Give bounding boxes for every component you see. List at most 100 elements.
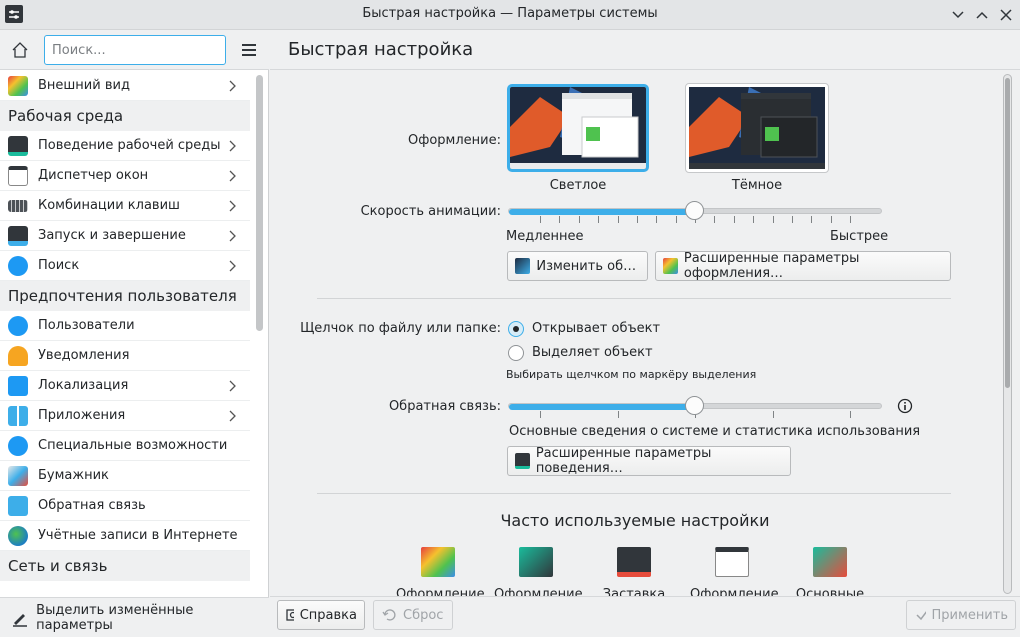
click-select-label[interactable]: Выделяет объект	[532, 345, 653, 360]
theme-light-label: Светлое	[549, 178, 607, 193]
search-input[interactable]	[44, 35, 226, 65]
sidebar-item-appearance[interactable]: Внешний вид	[0, 71, 250, 101]
category-network: Сеть и связь	[0, 551, 250, 581]
animation-fast-label: Быстрее	[830, 229, 889, 244]
frequent-item-appearance-3[interactable]: Оформление	[690, 547, 779, 596]
title-bar: Быстрая настройка — Параметры системы	[0, 0, 1020, 30]
sidebar-item-wallet[interactable]: Бумажник	[0, 461, 250, 491]
sidebar-item-search[interactable]: Поиск	[0, 251, 250, 281]
divider	[317, 493, 951, 494]
slider-tick	[540, 216, 541, 223]
chevron-right-icon	[229, 200, 236, 212]
theme-dark-thumbnail[interactable]	[685, 83, 829, 173]
appearance-icon	[421, 547, 455, 577]
sidebar-item-accessibility[interactable]: Специальные возможности	[0, 431, 250, 461]
window-decoration-icon	[715, 547, 749, 577]
frequent-settings-title: Часто используемые настройки	[500, 511, 770, 530]
home-button[interactable]	[8, 38, 32, 62]
accessibility-icon	[8, 435, 28, 456]
bell-icon	[8, 345, 28, 366]
content-scrollbar-thumb[interactable]	[1005, 78, 1010, 388]
globe-icon	[8, 525, 28, 546]
menu-button[interactable]	[237, 38, 261, 62]
applications-icon	[8, 405, 28, 426]
feedback-handle[interactable]	[685, 396, 704, 415]
chevron-right-icon	[229, 170, 236, 182]
chevron-right-icon	[229, 260, 236, 272]
hamburger-menu-icon	[242, 44, 256, 56]
sidebar-toolbar	[0, 30, 269, 70]
highlight-changed-button[interactable]: Выделить изменённые параметры	[5, 603, 269, 633]
apply-button[interactable]: Применить	[906, 600, 1016, 630]
help-icon	[286, 609, 294, 621]
theme-light-thumbnail[interactable]	[507, 84, 649, 172]
sidebar-item-label: Специальные возможности	[38, 438, 228, 453]
theme-dark-label: Тёмное	[731, 178, 783, 193]
slider-tick	[714, 216, 716, 223]
chevron-right-icon	[229, 80, 236, 92]
sidebar-item-users[interactable]: Пользователи	[0, 311, 250, 341]
frequent-item-general[interactable]: Основные	[788, 547, 872, 596]
sidebar-item-workspace-behavior[interactable]: Поведение рабочей среды	[0, 131, 250, 161]
sidebar-item-localization[interactable]: Локализация	[0, 371, 250, 401]
click-select-radio[interactable]	[508, 345, 524, 361]
page-title: Быстрая настройка	[288, 39, 474, 60]
sidebar-item-label: Пользователи	[38, 318, 135, 333]
reset-label: Сброс	[403, 607, 444, 623]
click-open-radio[interactable]	[508, 321, 524, 337]
users-icon	[8, 315, 28, 336]
main-content: Оформление: Светлое Тёмное Скорость аним…	[270, 71, 1000, 596]
sidebar-item-shortcuts[interactable]: Комбинации клавиш	[0, 191, 250, 221]
frequent-item-label: Заставка	[602, 587, 666, 596]
sidebar-item-label: Поиск	[38, 258, 80, 273]
sidebar-item-label: Поведение рабочей среды	[38, 138, 221, 153]
wallet-icon	[8, 465, 28, 486]
click-open-label[interactable]: Открывает объект	[532, 321, 660, 336]
sidebar-item-notifications[interactable]: Уведомления	[0, 341, 250, 371]
close-button[interactable]	[995, 4, 1017, 26]
frequent-item-label: Оформление	[690, 587, 779, 596]
frequent-item-appearance-1[interactable]: Оформление	[396, 547, 485, 596]
advanced-behavior-label: Расширенные параметры поведения…	[535, 446, 712, 476]
divider	[317, 298, 951, 299]
change-wallpaper-button[interactable]: Изменить обои…	[507, 251, 648, 281]
help-label: Справка	[299, 607, 357, 623]
screen-lock-icon	[617, 547, 651, 577]
feedback-fill	[509, 404, 695, 410]
frequent-item-appearance-2[interactable]: Оформление	[494, 547, 583, 596]
sidebar-item-online-accounts[interactable]: Учётные записи в Интернете	[0, 521, 250, 551]
reset-button[interactable]: Сброс	[373, 600, 453, 630]
slider-tick	[636, 216, 638, 223]
content-scrollbar[interactable]	[1003, 74, 1012, 594]
sidebar-scrollbar[interactable]	[256, 75, 263, 331]
workspace-behavior-icon	[8, 135, 28, 156]
maximize-button[interactable]	[971, 4, 993, 26]
sidebar-item-applications[interactable]: Приложения	[0, 401, 250, 431]
window-manager-icon	[8, 165, 28, 186]
sidebar-item-startup[interactable]: Запуск и завершение	[0, 221, 250, 251]
advanced-behavior-button[interactable]: Расширенные параметры поведения…	[507, 446, 791, 476]
animation-speed-handle[interactable]	[685, 201, 704, 220]
frequent-item-label: Оформление	[494, 587, 583, 596]
keyboard-icon	[8, 199, 28, 212]
home-icon	[12, 42, 28, 58]
sidebar-item-label: Запуск и завершение	[38, 228, 186, 243]
slider-tick	[559, 216, 561, 223]
theme-label: Оформление:	[408, 133, 501, 148]
sidebar: Внешний вид Рабочая среда Поведение рабо…	[0, 30, 269, 637]
workspace-behavior-icon	[813, 547, 847, 577]
sidebar-item-window-manager[interactable]: Диспетчер окон	[0, 161, 250, 191]
sidebar-item-label: Комбинации клавиш	[38, 198, 180, 213]
chevron-down-icon	[952, 11, 964, 19]
dark-theme-preview-image	[689, 87, 825, 169]
sidebar-item-label: Уведомления	[38, 348, 130, 363]
window-title: Быстрая настройка — Параметры системы	[362, 6, 658, 21]
help-button[interactable]: Справка	[277, 600, 365, 630]
advanced-appearance-button[interactable]: Расширенные параметры оформления…	[655, 251, 951, 281]
click-behavior-label: Щелчок по файлу или папке:	[300, 321, 501, 336]
frequent-item-screensaver[interactable]: Заставка	[592, 547, 676, 596]
sidebar-item-feedback[interactable]: Обратная связь	[0, 491, 250, 521]
sidebar-item-label: Учётные записи в Интернете	[38, 528, 238, 543]
info-button[interactable]	[897, 398, 913, 414]
minimize-button[interactable]	[947, 4, 969, 26]
